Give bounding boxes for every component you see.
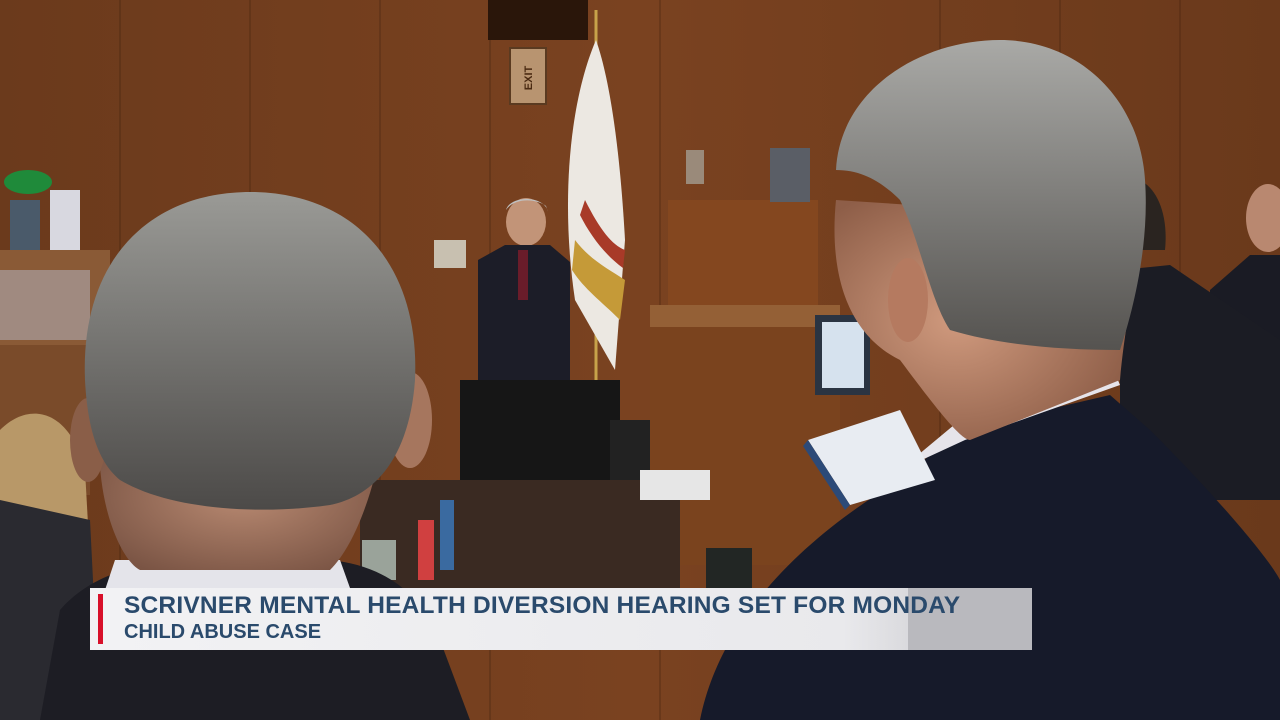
headline-text: SCRIVNER MENTAL HEALTH DIVERSION HEARING… (124, 592, 961, 619)
judge-bench (668, 200, 818, 310)
news-lower-third: SCRIVNER MENTAL HEALTH DIVERSION HEARING… (90, 588, 1032, 650)
exit-sign: EXIT (509, 47, 547, 105)
svg-text:EXIT: EXIT (523, 65, 535, 90)
subheadline-text: CHILD ABUSE CASE (124, 621, 322, 643)
green-lamp (4, 170, 52, 194)
red-accent-bar (98, 594, 103, 644)
